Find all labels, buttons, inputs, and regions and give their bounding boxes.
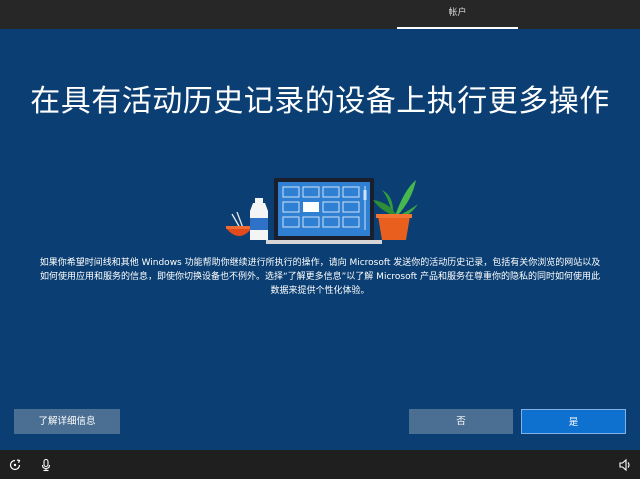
no-button[interactable]: 否 — [409, 409, 513, 434]
bottle-icon — [250, 198, 268, 240]
bottom-bar — [0, 450, 640, 479]
volume-icon[interactable] — [618, 458, 632, 472]
microphone-icon[interactable] — [39, 458, 53, 472]
top-bar: 帐户 — [0, 0, 640, 29]
description-line: 如果你希望时间线和其他 Windows 功能帮助你继续进行所执行的操作，请向 M… — [39, 258, 601, 268]
tab-account: 帐户 — [448, 8, 467, 18]
activity-illustration — [226, 178, 418, 244]
bowl-icon — [226, 211, 252, 236]
description-line: 如何使用应用和服务的信息，即使你切换设备也不例外。选择“了解更多信息”以了解 M… — [39, 272, 600, 282]
laptop-icon — [266, 178, 382, 244]
page-title: 在具有活动历史记录的设备上执行更多操作 — [30, 84, 610, 119]
learn-more-button[interactable]: 了解详细信息 — [14, 409, 120, 434]
description-text: 如果你希望时间线和其他 Windows 功能帮助你继续进行所执行的操作，请向 M… — [28, 256, 612, 298]
plant-icon — [373, 180, 418, 240]
tab-active-indicator — [397, 27, 518, 29]
yes-button[interactable]: 是 — [521, 409, 626, 434]
ease-of-access-icon[interactable] — [8, 458, 22, 472]
description-line: 数据来提供个性化体验。 — [270, 286, 370, 296]
